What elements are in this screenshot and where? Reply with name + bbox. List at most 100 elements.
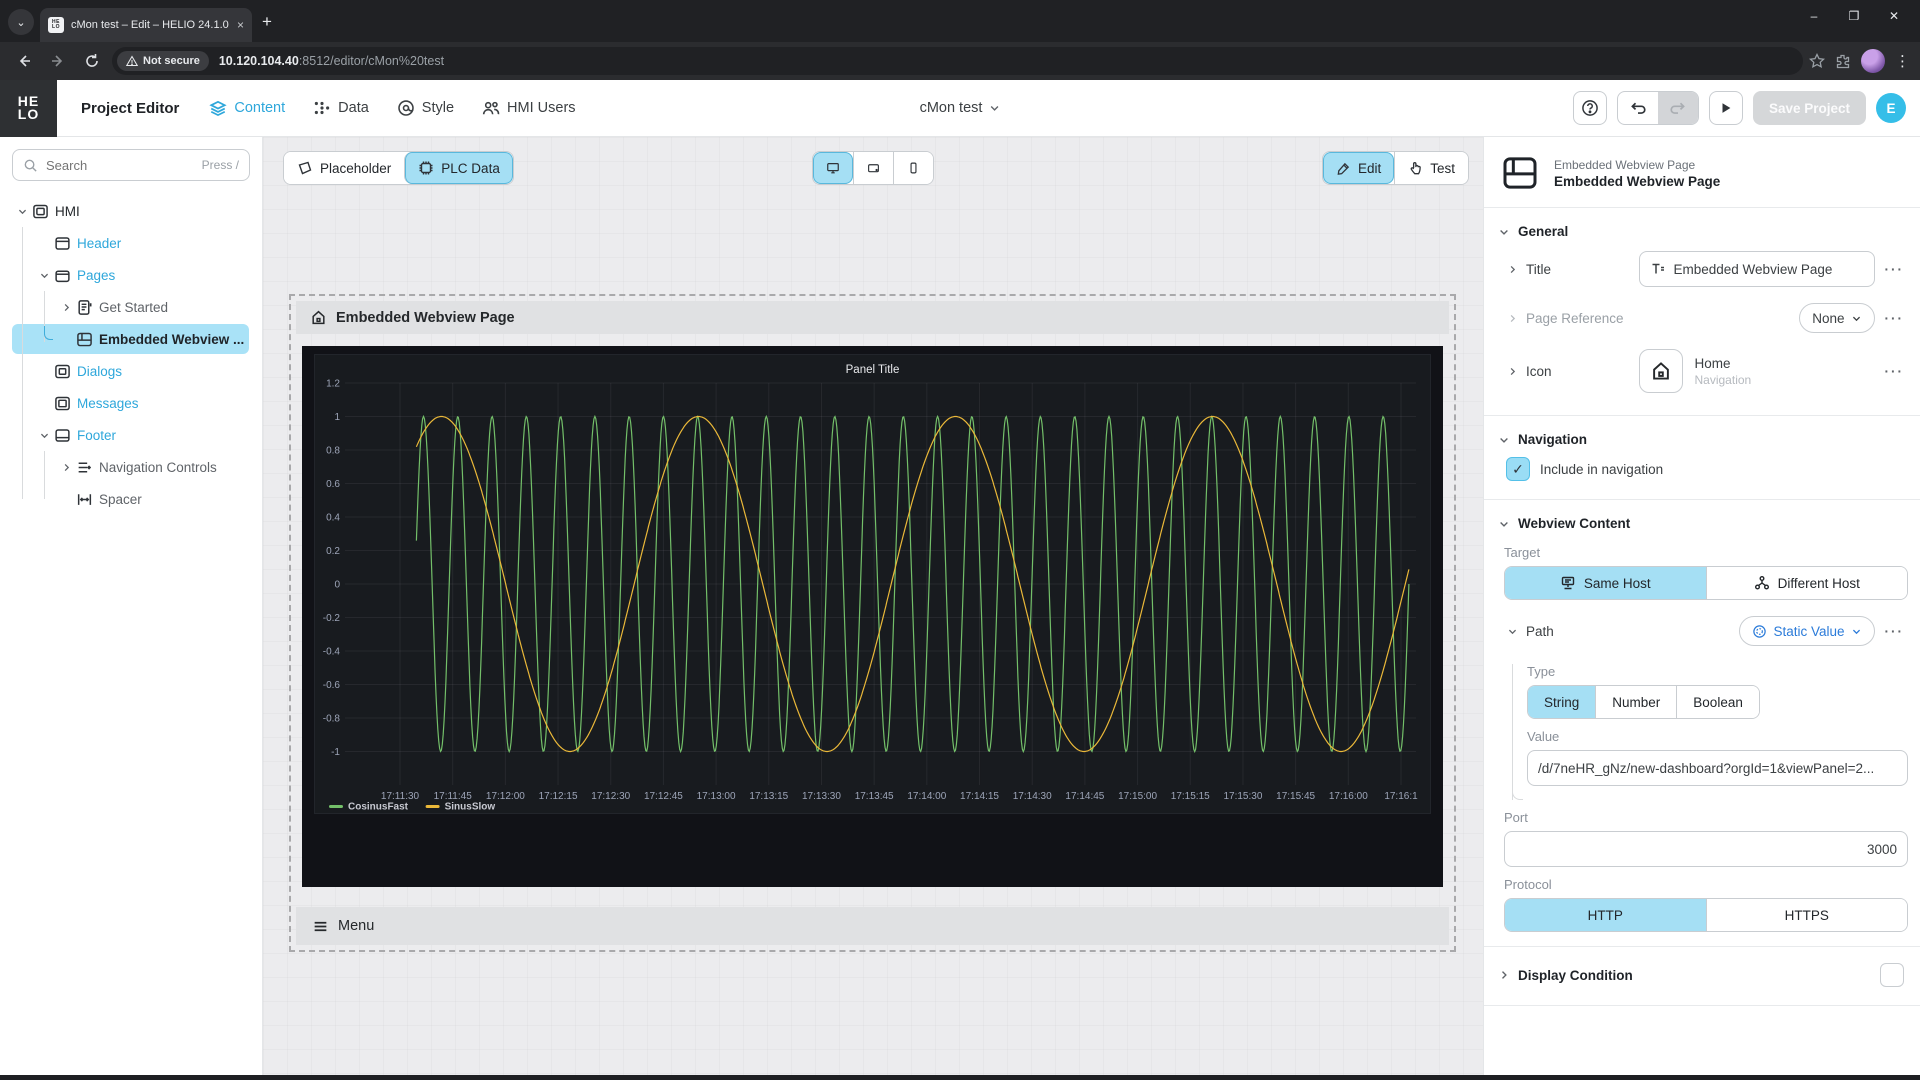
path-static-value-group: Type String Number Boolean Value /d/7neH… — [1512, 664, 1908, 800]
window-minimize-button[interactable]: – — [1794, 0, 1834, 32]
footer-menu-bar[interactable]: Menu — [296, 907, 1449, 945]
tree-item-embedded-webview[interactable]: Embedded Webview ... — [0, 323, 262, 355]
undo-button[interactable] — [1618, 92, 1658, 124]
canvas-toolbar: Placeholder PLC Data — [263, 151, 1483, 187]
tab-close-icon[interactable]: × — [237, 18, 244, 32]
target-label: Target — [1504, 545, 1908, 560]
browser-tab[interactable]: HELO cMon test – Edit – HELIO 24.1.0 × — [40, 8, 252, 42]
search-input[interactable] — [46, 158, 194, 173]
tree-expander[interactable] — [35, 270, 53, 281]
nav-data[interactable]: Data — [313, 99, 369, 117]
same-host-button[interactable]: Same Host — [1505, 567, 1706, 599]
port-input[interactable]: 3000 — [1504, 831, 1908, 867]
section-general-header[interactable]: General — [1496, 220, 1908, 243]
new-tab-button[interactable]: + — [262, 12, 272, 32]
tree-expander[interactable] — [57, 462, 75, 473]
icon-options-kebab[interactable]: ··· — [1881, 364, 1909, 379]
nav-content[interactable]: Content — [209, 99, 285, 117]
device-desktop-button[interactable] — [813, 152, 853, 184]
tree-item-dialogs[interactable]: Dialogs — [0, 355, 262, 387]
svg-text:17:12:15: 17:12:15 — [539, 791, 578, 802]
tree-item-messages[interactable]: Messages — [0, 387, 262, 419]
browser-menu-kebab-icon[interactable]: ⋮ — [1895, 52, 1910, 70]
tree-guide-line — [22, 227, 23, 499]
extensions-puzzle-icon[interactable] — [1835, 53, 1851, 69]
tree-item-label: Messages — [77, 396, 139, 411]
type-boolean-button[interactable]: Boolean — [1676, 686, 1759, 718]
preview-play-button[interactable] — [1709, 91, 1743, 125]
different-host-button[interactable]: Different Host — [1706, 567, 1908, 599]
page-reference-kebab[interactable]: ··· — [1881, 311, 1909, 326]
type-number-button[interactable]: Number — [1595, 686, 1676, 718]
redo-button[interactable] — [1658, 92, 1698, 124]
title-options-kebab[interactable]: ··· — [1881, 262, 1909, 277]
chevron-right-icon[interactable] — [1504, 366, 1520, 377]
tree-item-hmi[interactable]: HMI — [0, 195, 262, 227]
nav-style[interactable]: Style — [397, 99, 454, 117]
nav-hmi-users[interactable]: HMI Users — [482, 99, 575, 117]
value-input[interactable]: /d/7neHR_gNz/new-dashboard?orgId=1&viewP… — [1527, 750, 1908, 786]
project-title-dropdown[interactable]: cMon test — [920, 100, 1001, 116]
section-navigation-header[interactable]: Navigation — [1496, 428, 1908, 451]
plc-data-mode-button[interactable]: PLC Data — [404, 152, 513, 184]
bookmark-star-icon[interactable] — [1809, 53, 1825, 69]
tab-search-button[interactable]: ⌄ — [8, 9, 34, 35]
device-tablet-button[interactable] — [853, 152, 893, 184]
title-property-row: Title Embedded Webview Page ··· — [1496, 243, 1908, 295]
header-icon — [54, 235, 71, 252]
icon-picker[interactable] — [1639, 349, 1683, 393]
spacer-icon — [76, 491, 93, 508]
browser-profile-avatar[interactable] — [1861, 49, 1885, 73]
placeholder-mode-button[interactable]: Placeholder — [284, 152, 404, 184]
chevron-right-icon[interactable] — [1504, 264, 1520, 275]
forward-icon[interactable] — [44, 47, 72, 75]
save-project-button[interactable]: Save Project — [1753, 91, 1866, 125]
section-webview-header[interactable]: Webview Content — [1496, 512, 1908, 535]
display-condition-header[interactable]: Display Condition — [1496, 959, 1908, 991]
selected-element-header: Embedded Webview Page Embedded Webview P… — [1484, 137, 1920, 207]
user-avatar[interactable]: E — [1876, 93, 1906, 123]
reload-icon[interactable] — [78, 47, 106, 75]
include-in-navigation-checkbox[interactable]: ✓ — [1506, 457, 1530, 481]
title-input[interactable]: Embedded Webview Page — [1639, 251, 1875, 287]
tree-item-spacer[interactable]: Spacer — [0, 483, 262, 515]
test-mode-button[interactable]: Test — [1394, 152, 1468, 184]
edit-mode-button[interactable]: Edit — [1323, 152, 1394, 184]
chevron-down-icon[interactable] — [1504, 626, 1520, 637]
tree-item-pages[interactable]: Pages — [0, 259, 262, 291]
display-condition-checkbox[interactable] — [1880, 963, 1904, 987]
embedded-webview[interactable]: Panel Title1.210.80.60.40.20-0.2-0.4-0.6… — [302, 346, 1443, 887]
app-title: Project Editor — [81, 100, 179, 117]
tree-item-footer[interactable]: Footer — [0, 419, 262, 451]
window-close-button[interactable]: ✕ — [1874, 0, 1914, 32]
back-icon[interactable] — [10, 47, 38, 75]
help-button[interactable] — [1573, 91, 1607, 125]
legend-CosinusFast: CosinusFast — [348, 802, 409, 813]
tree-expander[interactable] — [35, 430, 53, 441]
http-button[interactable]: HTTP — [1505, 899, 1706, 931]
helio-favicon: HELO — [48, 17, 64, 33]
mobile-icon — [907, 159, 920, 177]
app-header: HELO Project Editor Content Data Style H… — [0, 80, 1920, 137]
svg-text:0.6: 0.6 — [326, 479, 340, 490]
device-mobile-button[interactable] — [893, 152, 933, 184]
tree-item-header[interactable]: Header — [0, 227, 262, 259]
tree-expander[interactable] — [13, 206, 31, 217]
window-maximize-button[interactable]: ❐ — [1834, 0, 1874, 32]
tree-item-get-started[interactable]: Get Started — [0, 291, 262, 323]
path-binding-select[interactable]: Static Value — [1739, 616, 1874, 646]
page-artboard[interactable]: Embedded Webview Page Panel Title1.210.8… — [296, 301, 1449, 945]
https-button[interactable]: HTTPS — [1706, 899, 1908, 931]
address-bar[interactable]: Not secure 10.120.104.40:8512/editor/cMo… — [112, 47, 1803, 75]
tree-item-navigation-controls[interactable]: Navigation Controls — [0, 451, 262, 483]
path-options-kebab[interactable]: ··· — [1881, 624, 1909, 639]
page-title-bar[interactable]: Embedded Webview Page — [296, 301, 1449, 334]
tree-item-label: Header — [77, 236, 121, 251]
properties-panel: Embedded Webview Page Embedded Webview P… — [1483, 137, 1920, 1075]
type-string-button[interactable]: String — [1528, 686, 1595, 718]
editor-canvas[interactable]: Placeholder PLC Data — [263, 137, 1483, 1075]
page-reference-select[interactable]: None — [1799, 303, 1874, 333]
tree-expander[interactable] — [57, 302, 75, 313]
sidebar-search[interactable]: Press / — [12, 149, 250, 181]
not-secure-badge[interactable]: Not secure — [117, 51, 209, 71]
